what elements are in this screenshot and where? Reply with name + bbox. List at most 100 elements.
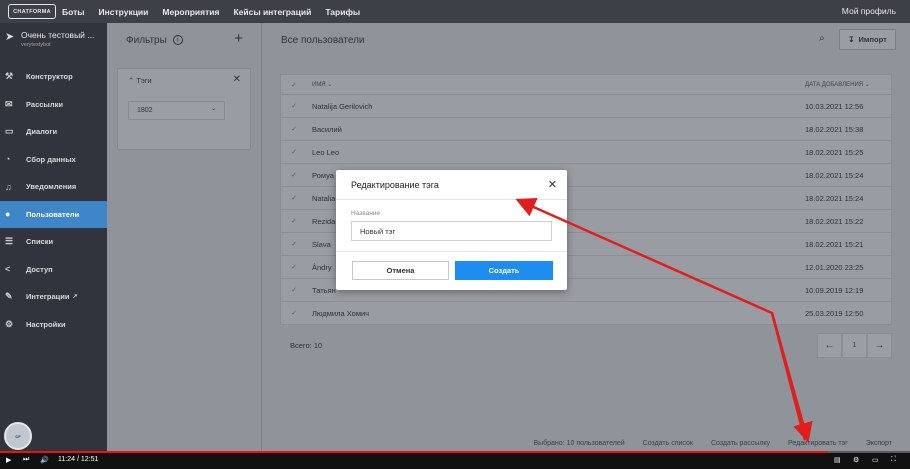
pagination: ← 1 → [817,333,892,358]
page-title: Все пользователи [281,34,365,46]
row-checkbox[interactable]: ✓ [281,171,307,179]
user-name[interactable]: Natalija Gerilovich [307,102,805,111]
subtitles-icon[interactable]: ▤ [834,456,841,464]
cancel-button[interactable]: Отмена [352,261,449,280]
close-icon[interactable]: ✕ [548,178,557,191]
add-filter-button[interactable]: + [234,30,243,47]
sidebar-item-integrations[interactable]: ✎ Интеграции ↗ [0,283,107,311]
user-name[interactable]: Василий [307,125,805,134]
sidebar-item-constructor[interactable]: ⚒ Конструктор [0,63,107,91]
wrench-icon: ⚒ [5,71,14,82]
row-checkbox[interactable]: ✓ [281,263,307,271]
sidebar-item-users[interactable]: ● Пользователи [0,200,107,228]
chat-icon: ▭ [5,126,14,137]
settings-icon[interactable]: ⚙ [853,456,859,464]
export-button[interactable]: Экспорт [866,440,892,447]
share-icon: < [5,264,11,275]
tag-filter-card: ⌃ Тэги ✕ 1802 ⌄ [117,68,251,150]
table-footer: Всего: 10 ← 1 → [280,333,892,358]
create-button[interactable]: Создать [455,261,553,280]
col-date-header[interactable]: ДАТА ДОБАВЛЕНИЯ ⌄ [805,81,891,88]
nav-pricing[interactable]: Тарифы [325,7,360,17]
next-icon[interactable]: ⏭ [23,456,29,464]
row-checkbox[interactable]: ✓ [281,148,307,156]
tag-filter-title[interactable]: ⌃ Тэги [128,76,152,85]
divider [336,199,567,200]
total-count: Всего: 10 [290,341,323,350]
table-row[interactable]: ✓ Natalija Gerilovich 10.03.2021 12:56 [281,95,891,118]
channel-avatar[interactable]: CF [4,422,32,450]
next-page-button[interactable]: → [867,333,892,358]
sidebar-item-label: Пользователи [26,209,80,219]
nav-cases[interactable]: Кейсы интеграций [233,7,311,17]
col-name-header[interactable]: ИМЯ ⌄ [307,81,805,88]
nav-bots[interactable]: Боты [62,7,85,17]
main-header: Все пользователи ⌕ ↧ Импорт [262,23,910,57]
mail-icon: ✉ [5,98,13,109]
sidebar-item-dialogs[interactable]: ▭ Диалоги [0,118,107,146]
divider [336,251,567,252]
chatforma-logo[interactable]: CHATFORMA [8,4,56,19]
tag-name-input[interactable]: Новый тэг [351,221,552,241]
sidebar-item-label: Настройки [26,319,66,329]
tag-select-value: 1802 [137,107,153,114]
nav-instructions[interactable]: Инструкции [99,7,149,17]
miniplayer-icon[interactable]: ▭ [872,456,879,464]
select-all-checkbox[interactable]: ✓ [281,81,307,89]
row-checkbox[interactable]: ✓ [281,125,307,133]
volume-icon[interactable]: 🔊 [40,456,49,464]
date-added: 18.02.2021 15:24 [805,170,864,180]
date-added: 18.02.2021 15:24 [805,193,864,203]
row-checkbox[interactable]: ✓ [281,240,307,248]
user-name[interactable]: Людмила Хомич [307,309,805,318]
top-bar: CHATFORMA Боты Инструкции Мероприятия Ке… [0,0,910,23]
bot-selector[interactable]: ➤ Очень тестовый ... verytestybot [0,23,107,57]
sidebar-item-mailings[interactable]: ✉ Рассылки [0,91,107,119]
table-header: ✓ ИМЯ ⌄ ДАТА ДОБАВЛЕНИЯ ⌄ [281,75,891,95]
sidebar-item-settings[interactable]: ⚙ Настройки [0,311,107,339]
row-checkbox[interactable]: ✓ [281,102,307,110]
create-mailing-button[interactable]: Создать рассылку [711,440,770,447]
table-row[interactable]: ✓ Leo Leo 18.02.2021 15:25 [281,141,891,164]
fullscreen-icon[interactable]: ⛶ [891,456,896,464]
date-added: 18.02.2021 15:38 [805,124,864,134]
edit-tag-modal: Редактирование тэга ✕ Название Новый тэг… [336,170,567,290]
filters-header: Фильтры i + [107,23,261,57]
user-name[interactable]: Leo Leo [307,148,805,157]
sidebar-item-label: Диалоги [26,127,58,137]
row-checkbox[interactable]: ✓ [281,286,307,294]
row-checkbox[interactable]: ✓ [281,194,307,202]
row-checkbox[interactable]: ✓ [281,217,307,225]
filters-panel: Фильтры i + ⌃ Тэги ✕ 1802 ⌄ [107,23,262,453]
selected-count: Выбрано: 10 пользователей [533,439,625,447]
play-icon[interactable]: ▶ [6,456,11,464]
nav-events[interactable]: Мероприятия [162,7,219,17]
table-row[interactable]: ✓ Людмила Хомич 25.03.2019 12:50 [281,302,891,325]
info-icon[interactable]: i [172,35,183,45]
sidebar-item-data[interactable]: ◔ Сбор данных [0,146,107,174]
filters-title: Фильтры [126,34,167,46]
date-added: 18.02.2021 15:21 [805,239,864,249]
sidebar-item-label: Списки [26,237,54,247]
tag-select[interactable]: 1802 ⌄ [128,101,225,120]
date-added: 18.02.2021 15:25 [805,147,864,157]
search-icon[interactable]: ⌕ [819,33,825,44]
bulk-actions-bar: Выбрано: 10 пользователей Создать список… [262,433,910,453]
users-icon: ● [5,209,11,220]
sidebar-item-access[interactable]: < Доступ [0,256,107,284]
close-icon[interactable]: ✕ [233,74,241,85]
sidebar-item-lists[interactable]: ☰ Списки [0,228,107,256]
bot-username: verytestybot [21,42,51,48]
row-checkbox[interactable]: ✓ [281,309,307,317]
date-added: 12.01.2020 23:25 [805,262,864,272]
edit-tag-button[interactable]: Редактировать тэг [788,440,848,447]
table-row[interactable]: ✓ Василий 18.02.2021 15:38 [281,118,891,141]
profile-link[interactable]: Мой профиль [842,6,896,16]
sidebar-item-label: Интеграции [26,292,70,302]
prev-page-button[interactable]: ← [817,333,842,358]
create-list-button[interactable]: Создать список [643,440,693,447]
sidebar-item-notifications[interactable]: ♫ Уведомления [0,173,107,201]
paper-plane-icon: ➤ [5,31,15,43]
date-added: 25.03.2019 12:50 [805,308,864,318]
import-button[interactable]: ↧ Импорт [839,29,896,50]
